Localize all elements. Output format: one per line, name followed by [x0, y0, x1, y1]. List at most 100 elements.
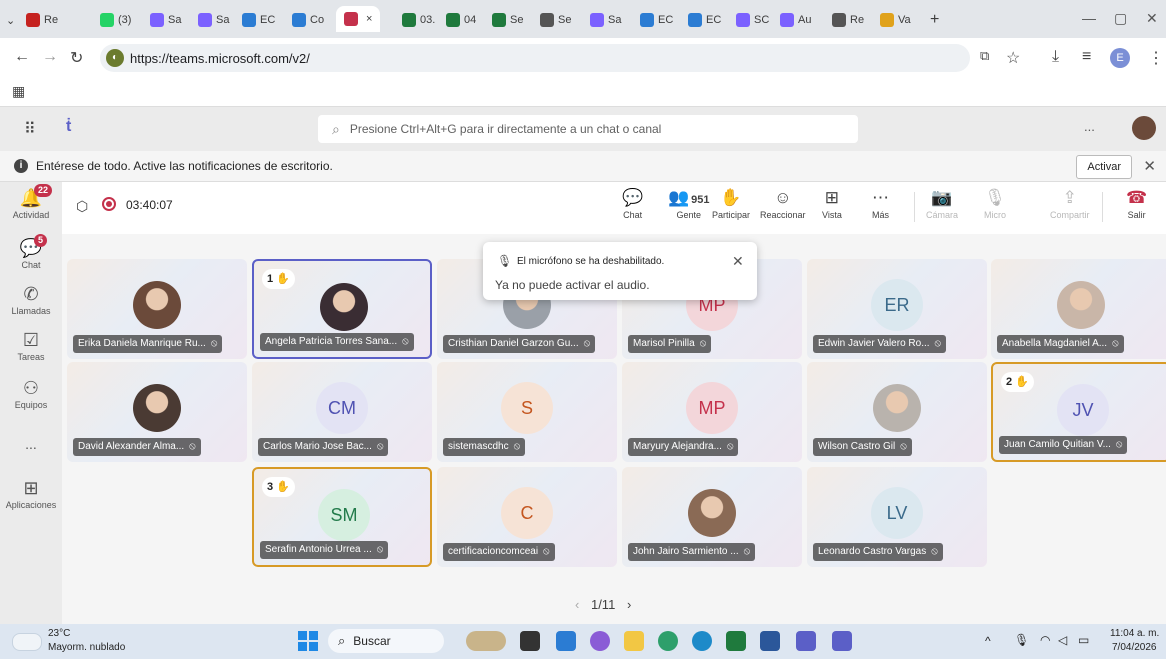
shield-icon[interactable]: ⬡ — [76, 198, 88, 215]
close-window-icon[interactable]: ✕ — [1146, 10, 1158, 27]
app-launcher-icon[interactable]: ⠿ — [24, 119, 36, 139]
browser-tab[interactable]: Sa — [590, 10, 621, 30]
rail-item-aplicaciones[interactable]: ⊞ Aplicaciones — [0, 478, 62, 510]
new-tab-button[interactable]: + — [930, 10, 939, 30]
download-icon[interactable]: ⤓ — [1052, 48, 1059, 66]
raise-hand-button[interactable]: ✋ Participar — [712, 188, 750, 220]
browser-tab[interactable]: Se — [540, 10, 571, 30]
participant-tile[interactable]: Ccertificacioncomceai ⦸ — [437, 467, 617, 567]
more-button[interactable]: ⋯ Más — [872, 188, 889, 220]
profile-avatar[interactable]: E — [1110, 48, 1130, 68]
camera-button[interactable]: 📷 Cámara — [926, 188, 958, 220]
teams-icon[interactable] — [796, 631, 816, 651]
browser-tab[interactable]: EC — [640, 10, 673, 30]
browser-tab[interactable]: Co — [292, 10, 324, 30]
widget-icon[interactable] — [466, 631, 506, 651]
search-box[interactable]: ⌕ Presione Ctrl+Alt+G para ir directamen… — [318, 115, 858, 143]
apps-grid-icon[interactable]: ▦ — [12, 83, 25, 100]
tray-expand-icon[interactable]: ^ — [985, 634, 991, 648]
participant-tile[interactable]: ER Edwin Javier Valero Ro... ⦸ — [807, 259, 987, 359]
chrome-icon[interactable] — [658, 631, 678, 651]
browser-tab[interactable]: EC — [688, 10, 721, 30]
wifi-icon[interactable]: ◠ — [1040, 633, 1050, 647]
browser-tab[interactable]: Au — [780, 10, 811, 30]
rail-item-actividad[interactable]: 🔔 Actividad 22 — [0, 184, 62, 220]
app-icon[interactable] — [556, 631, 576, 651]
minimize-icon[interactable]: — — [1082, 10, 1096, 26]
prev-page-icon[interactable]: ‹ — [575, 597, 579, 612]
rail-item-more[interactable]: ... — [0, 436, 62, 452]
back-icon[interactable]: ← — [14, 48, 30, 66]
participant-tile[interactable]: JV 2 ✋ Juan Camilo Quitian V... ⦸ — [991, 362, 1166, 462]
windows-start-icon[interactable] — [298, 631, 318, 651]
bookmark-star-icon[interactable]: ☆ — [1006, 48, 1020, 68]
participant-tile[interactable]: SM 3 ✋ Serafin Antonio Urrea ... ⦸ — [252, 467, 432, 567]
popup-close-icon[interactable]: ✕ — [732, 253, 744, 270]
browser-tab[interactable]: Sa — [150, 10, 181, 30]
rail-item-tareas[interactable]: ☑ Tareas — [0, 330, 62, 362]
install-app-icon[interactable]: ⧉ — [980, 48, 989, 64]
url-box[interactable]: ◐ https://teams.microsoft.com/v2/ — [100, 44, 970, 72]
participant-tile[interactable]: David Alexander Alma... ⦸ — [67, 362, 247, 462]
browser-tab[interactable]: Sa — [198, 10, 229, 30]
rail-item-chat[interactable]: 💬 Chat 5 — [0, 234, 62, 270]
weather-temp[interactable]: 23°C — [48, 628, 70, 639]
participant-tile[interactable]: Anabella Magdaniel A... ⦸ — [991, 259, 1166, 359]
tab-search-dropdown[interactable]: ⌄ — [6, 10, 15, 30]
participant-tile[interactable]: Ssistemascdhc ⦸ — [437, 362, 617, 462]
participant-tile[interactable]: CM Carlos Mario Jose Bac... ⦸ — [252, 362, 432, 462]
clock-date[interactable]: 7/04/2026 — [1112, 642, 1157, 653]
participant-tile[interactable]: Wilson Castro Gil ⦸ — [807, 362, 987, 462]
mic-button[interactable]: 🎙 Micro — [984, 188, 1006, 220]
browser-tab[interactable]: EC — [242, 10, 275, 30]
battery-icon[interactable]: ▭ — [1078, 633, 1089, 647]
browser-tab[interactable]: (3) — [100, 10, 131, 30]
site-info-icon[interactable]: ◐ — [106, 49, 124, 67]
task-view-icon[interactable] — [520, 631, 540, 651]
people-button[interactable]: 👥 951 Gente — [668, 188, 710, 220]
close-icon[interactable]: ✕ — [1143, 157, 1156, 175]
clock-time[interactable]: 11:04 a. m. — [1110, 628, 1159, 639]
chat-button[interactable]: 💬 Chat — [622, 188, 643, 220]
browser-tab[interactable]: SC — [736, 10, 769, 30]
excel-icon[interactable] — [726, 631, 746, 651]
edge-icon[interactable] — [692, 631, 712, 651]
view-button[interactable]: ⊞ Vista — [822, 188, 842, 220]
reload-icon[interactable]: ↻ — [70, 48, 83, 68]
teams-icon[interactable] — [832, 631, 852, 651]
browser-tab[interactable]: Re — [26, 10, 58, 30]
more-options-button[interactable]: ... — [1084, 119, 1095, 134]
browser-tab[interactable]: 03. — [402, 10, 435, 30]
browser-tab[interactable]: × — [336, 6, 381, 32]
participant-tile[interactable]: MP Maryury Alejandra... ⦸ — [622, 362, 802, 462]
rail-item-llamadas[interactable]: ✆ Llamadas — [0, 284, 62, 316]
mic-tray-icon[interactable]: 🎙 — [1014, 633, 1029, 647]
browser-menu-icon[interactable]: ⋮ — [1148, 48, 1164, 68]
copilot-icon[interactable] — [590, 631, 610, 651]
next-page-icon[interactable]: › — [627, 597, 631, 612]
forward-icon[interactable]: → — [42, 48, 58, 66]
rail-item-equipos[interactable]: ⚇ Equipos — [0, 378, 62, 410]
word-icon[interactable] — [760, 631, 780, 651]
browser-tab[interactable]: Se — [492, 10, 523, 30]
participant-tile[interactable]: LV Leonardo Castro Vargas ⦸ — [807, 467, 987, 567]
activate-button[interactable]: Activar — [1076, 155, 1132, 179]
user-avatar[interactable] — [1132, 116, 1156, 140]
tab-close-icon[interactable]: × — [366, 13, 372, 25]
weather-desc[interactable]: Mayorm. nublado — [48, 642, 125, 653]
url-text: https://teams.microsoft.com/v2/ — [130, 50, 310, 66]
browser-tab[interactable]: Re — [832, 10, 864, 30]
react-button[interactable]: ☺ Reaccionar — [760, 188, 806, 220]
leave-button[interactable]: ☎ Salir — [1126, 188, 1147, 220]
participant-tile[interactable]: John Jairo Sarmiento ... ⦸ — [622, 467, 802, 567]
volume-icon[interactable]: ◁ — [1058, 633, 1067, 647]
restore-icon[interactable]: ▢ — [1114, 10, 1127, 27]
browser-tab[interactable]: 04 — [446, 10, 476, 30]
taskbar-search[interactable]: ⌕ Buscar — [328, 629, 444, 653]
participant-tile[interactable]: Erika Daniela Manrique Ru... ⦸ — [67, 259, 247, 359]
media-control-icon[interactable]: ≡ — [1082, 48, 1091, 66]
participant-tile[interactable]: 1 ✋ Angela Patricia Torres Sana... ⦸ — [252, 259, 432, 359]
share-button[interactable]: ⇪ Compartir — [1050, 188, 1090, 220]
file-explorer-icon[interactable] — [624, 631, 644, 651]
browser-tab[interactable]: Va — [880, 10, 911, 30]
